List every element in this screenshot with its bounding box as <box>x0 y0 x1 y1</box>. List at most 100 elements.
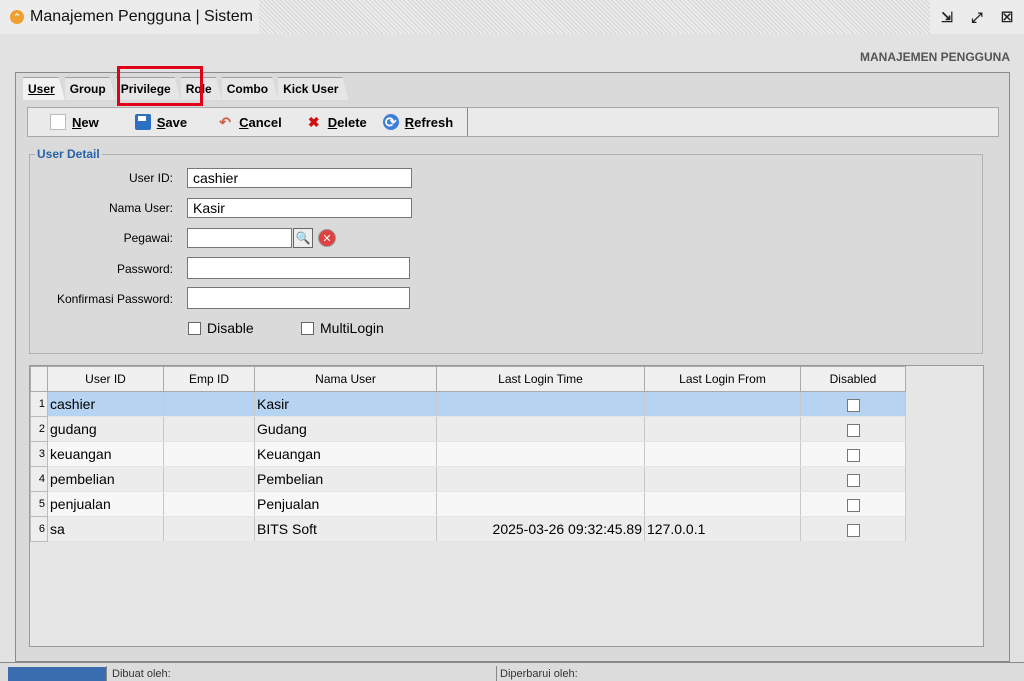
refresh-button[interactable]: ⟳ Refresh <box>375 108 461 136</box>
clear-icon[interactable]: ✕ <box>318 229 336 247</box>
multilogin-checkbox[interactable]: MultiLogin <box>301 320 384 336</box>
minimize-icon[interactable]: ⇲ <box>938 9 956 26</box>
nama-user-label: Nama User: <box>108 201 173 215</box>
column-header-last-login-time[interactable]: Last Login Time <box>436 366 645 392</box>
new-label: New <box>72 114 99 130</box>
disabled-checkbox[interactable] <box>846 523 860 537</box>
cell-user-id[interactable]: sa <box>47 516 164 542</box>
table-header-row: User ID Emp ID Nama User Last Login Time… <box>30 366 906 392</box>
cell-last-login-time[interactable] <box>436 491 645 517</box>
delete-label: Delete <box>327 114 367 130</box>
disable-checkbox[interactable]: Disable <box>188 320 254 336</box>
cell-last-login-from[interactable] <box>644 441 801 467</box>
delete-button[interactable]: ✖ Delete <box>298 108 375 136</box>
status-divider <box>496 666 497 681</box>
cell-emp-id[interactable] <box>163 516 255 542</box>
disabled-checkbox[interactable] <box>846 423 860 437</box>
status-indicator <box>8 667 106 681</box>
disabled-checkbox[interactable] <box>846 498 860 512</box>
new-icon <box>50 114 66 130</box>
nama-user-field[interactable] <box>187 198 412 218</box>
maximize-icon[interactable]: ⤢ <box>968 9 986 26</box>
column-header-emp-id[interactable]: Emp ID <box>163 366 255 392</box>
cell-nama-user[interactable]: Pembelian <box>254 466 437 492</box>
column-header-disabled[interactable]: Disabled <box>800 366 906 392</box>
konfirmasi-password-field[interactable] <box>187 287 410 309</box>
cell-last-login-time[interactable] <box>436 441 645 467</box>
tab-combo[interactable]: Combo <box>222 77 278 100</box>
cell-emp-id[interactable] <box>163 466 255 492</box>
cell-user-id[interactable]: penjualan <box>47 491 164 517</box>
tab-kick-user[interactable]: Kick User <box>278 77 348 100</box>
cell-last-login-time[interactable]: 2025-03-26 09:32:45.89 <box>436 516 645 542</box>
cell-last-login-time[interactable] <box>436 466 645 492</box>
cell-disabled[interactable] <box>800 516 906 542</box>
table-row[interactable]: 4 pembelian Pembelian <box>30 466 906 492</box>
cell-last-login-from[interactable] <box>644 391 801 417</box>
cell-user-id[interactable]: keuangan <box>47 441 164 467</box>
cell-emp-id[interactable] <box>163 391 255 417</box>
cell-last-login-time[interactable] <box>436 391 645 417</box>
pegawai-field[interactable] <box>187 228 292 248</box>
cell-emp-id[interactable] <box>163 491 255 517</box>
table-row[interactable]: 1 cashier Kasir <box>30 391 906 417</box>
disable-checkbox-box[interactable] <box>188 321 201 335</box>
cell-last-login-from[interactable] <box>644 491 801 517</box>
title-bar: ⌃ Manajemen Pengguna | Sistem ⇲ ⤢ ☒ <box>0 0 1024 34</box>
table-row[interactable]: 5 penjualan Penjualan <box>30 491 906 517</box>
password-label: Password: <box>116 262 173 276</box>
user-id-label: User ID: <box>128 171 173 185</box>
disabled-checkbox[interactable] <box>846 448 860 462</box>
cell-nama-user[interactable]: Gudang <box>254 416 437 442</box>
status-divider <box>106 666 107 681</box>
table-row[interactable]: 3 keuangan Keuangan <box>30 441 906 467</box>
cell-last-login-from[interactable] <box>644 416 801 442</box>
app-icon: ⌃ <box>10 10 24 24</box>
updated-by-label: Diperbarui oleh: <box>500 668 578 680</box>
cell-disabled[interactable] <box>800 491 906 517</box>
disabled-checkbox[interactable] <box>846 473 860 487</box>
user-grid: User ID Emp ID Nama User Last Login Time… <box>29 365 984 647</box>
save-icon <box>134 114 151 130</box>
cell-nama-user[interactable]: Penjualan <box>254 491 437 517</box>
cell-user-id[interactable]: pembelian <box>47 466 164 492</box>
save-button[interactable]: Save <box>127 108 195 136</box>
cell-disabled[interactable] <box>800 466 906 492</box>
tab-group[interactable]: Group <box>65 77 116 100</box>
new-button[interactable]: New <box>28 108 107 136</box>
column-header-last-login-from[interactable]: Last Login From <box>644 366 801 392</box>
row-number: 5 <box>30 491 48 517</box>
created-by-label: Dibuat oleh: <box>112 668 171 680</box>
cell-emp-id[interactable] <box>163 441 255 467</box>
cell-last-login-from[interactable] <box>644 466 801 492</box>
table-row[interactable]: 6 sa BITS Soft 2025-03-26 09:32:45.89 12… <box>30 516 906 542</box>
cell-disabled[interactable] <box>800 441 906 467</box>
cell-nama-user[interactable]: BITS Soft <box>254 516 437 542</box>
toolbar: New Save ↶ Cancel ✖ Delete ⟳ Refresh <box>27 107 999 137</box>
page-header: MANAJEMEN PENGGUNA <box>859 50 1010 64</box>
close-icon[interactable]: ☒ <box>998 9 1016 26</box>
column-header-user-id[interactable]: User ID <box>47 366 164 392</box>
cancel-button[interactable]: ↶ Cancel <box>209 108 290 136</box>
cell-emp-id[interactable] <box>163 416 255 442</box>
cell-user-id[interactable]: gudang <box>47 416 164 442</box>
table-row[interactable]: 2 gudang Gudang <box>30 416 906 442</box>
cell-nama-user[interactable]: Kasir <box>254 391 437 417</box>
user-id-field[interactable] <box>187 168 412 188</box>
cell-last-login-from[interactable]: 127.0.0.1 <box>644 516 801 542</box>
row-number: 4 <box>30 466 48 492</box>
search-icon[interactable]: 🔍 <box>293 228 313 248</box>
multilogin-checkbox-box[interactable] <box>301 321 314 335</box>
cell-user-id[interactable]: cashier <box>47 391 164 417</box>
row-number-header <box>30 366 48 392</box>
row-number: 2 <box>30 416 48 442</box>
cell-disabled[interactable] <box>800 391 906 417</box>
disabled-checkbox[interactable] <box>846 398 860 412</box>
password-field[interactable] <box>187 257 410 279</box>
column-header-nama-user[interactable]: Nama User <box>254 366 437 392</box>
cell-disabled[interactable] <box>800 416 906 442</box>
cell-last-login-time[interactable] <box>436 416 645 442</box>
user-table: User ID Emp ID Nama User Last Login Time… <box>30 366 906 542</box>
cell-nama-user[interactable]: Keuangan <box>254 441 437 467</box>
tab-user[interactable]: User <box>23 77 65 100</box>
